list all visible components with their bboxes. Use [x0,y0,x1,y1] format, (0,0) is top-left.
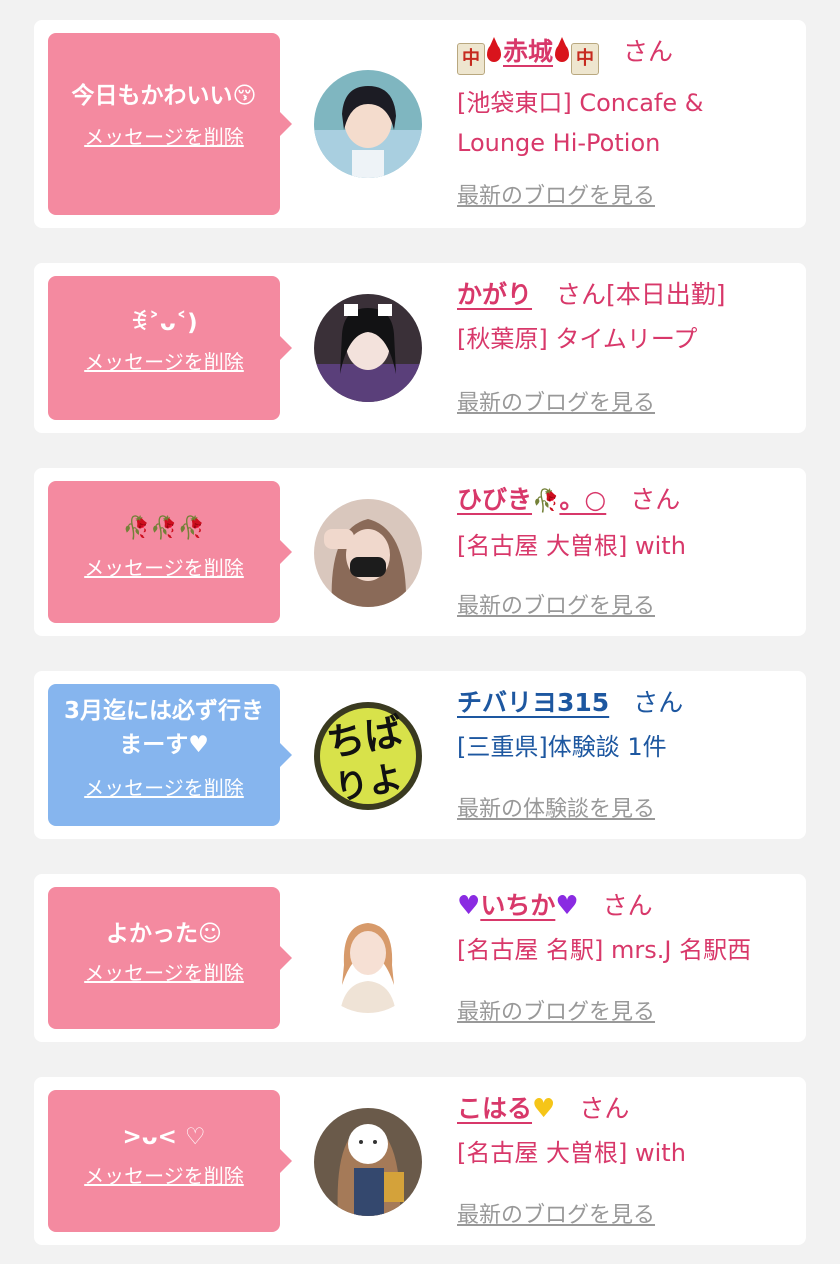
cast-name-line: 中赤城中さん [457,34,797,75]
message-text: >ᴗ< ♡ [122,1124,206,1150]
shop-link[interactable]: [池袋東口] Concafe & Lounge Hi-Potion [457,83,757,163]
cast-name-link[interactable]: 中赤城中 [457,37,600,75]
message-bubble: >ᴗ< ♡ メッセージを削除 [48,1090,292,1232]
avatar[interactable] [314,499,422,607]
message-bubble: 今日もかわいい😚 メッセージを削除 [48,33,292,215]
cast-info: かがり さん[本日出勤] [秋葉原] タイムリープ [457,277,797,359]
san-label: さん [633,688,684,717]
cast-name-line: こはる♥ さん [457,1091,797,1127]
latest-blog-link[interactable]: 最新のブログを見る [457,588,655,620]
list-item: 3月迄には必ず行きまーす♥ メッセージを削除 ちば りよ チバリヨ315 さん [… [34,671,806,839]
delete-message-link[interactable]: メッセージを削除 [84,959,244,987]
mahjong-tile-icon: 中 [571,43,600,75]
san-label: さん [556,280,607,309]
message-bubble: ꉂ˃ᴗ˂) メッセージを削除 [48,276,292,420]
cast-info: こはる♥ さん [名古屋 大曽根] with [457,1091,797,1173]
avatar[interactable]: ちば りよ [314,702,422,810]
cast-info: ♥いちか♥ さん [名古屋 名駅] mrs.J 名駅西 [457,888,797,970]
message-bubble: 🥀🥀🥀 メッセージを削除 [48,481,292,623]
delete-message-link[interactable]: メッセージを削除 [84,1162,244,1190]
wilted-rose-icon: 🥀 [532,489,560,514]
cast-name-line: チバリヨ315 さん [457,685,797,721]
cast-name-link[interactable]: ひびき🥀。○ [457,485,606,514]
message-text: 🥀🥀🥀 [58,511,270,546]
latest-blog-link[interactable]: 最新のブログを見る [457,1197,655,1229]
message-bubble: よかった☺ メッセージを削除 [48,887,292,1029]
cast-info: 中赤城中さん [池袋東口] Concafe & Lounge Hi-Potion [457,34,797,163]
message-bubble: 3月迄には必ず行きまーす♥ メッセージを削除 [48,684,292,826]
delete-message-link[interactable]: メッセージを削除 [84,774,244,802]
mahjong-tile-icon: 中 [457,43,485,75]
attendance-badge: [本日出勤] [606,280,726,309]
avatar[interactable] [314,905,422,1013]
wilted-rose-icon: 🥀 [150,516,178,541]
avatar[interactable] [314,1108,422,1216]
yellow-heart-icon: ♥ [532,1094,556,1124]
latest-blog-link[interactable]: 最新のブログを見る [457,385,655,417]
message-text: 今日もかわいい😚 [71,83,257,109]
san-label: さん [602,891,653,920]
purple-heart-icon: ♥ [555,891,579,921]
shop-link[interactable]: [名古屋 大曽根] with [457,526,797,566]
cast-info: チバリヨ315 さん [三重県]体験談 1件 [457,685,797,767]
san-label: さん [630,485,681,514]
list-item: 🥀🥀🥀 メッセージを削除 ひびき🥀。○ さん [名古屋 大曽根] with 最新の… [34,468,806,636]
delete-message-link[interactable]: メッセージを削除 [84,554,244,582]
avatar[interactable] [314,70,422,178]
delete-message-link[interactable]: メッセージを削除 [84,123,244,151]
latest-blog-link[interactable]: 最新のブログを見る [457,994,655,1026]
cast-name-line: かがり さん[本日出勤] [457,277,797,313]
message-list: 今日もかわいい😚 メッセージを削除 中赤城中さん [池袋東口] Concafe … [0,0,840,1264]
wilted-rose-icon: 🥀 [177,516,206,541]
shop-link[interactable]: [名古屋 名駅] mrs.J 名駅西 [457,930,797,970]
san-label: さん [579,1094,630,1123]
shop-link[interactable]: [三重県]体験談 1件 [457,727,797,767]
list-item: >ᴗ< ♡ メッセージを削除 こはる♥ さん [名古屋 大曽根] with 最新の… [34,1077,806,1245]
list-item: 今日もかわいい😚 メッセージを削除 中赤城中さん [池袋東口] Concafe … [34,20,806,228]
purple-heart-icon: ♥ [457,891,481,921]
list-item: ꉂ˃ᴗ˂) メッセージを削除 かがり さん[本日出勤] [秋葉原] タイムリープ … [34,263,806,433]
wilted-rose-icon: 🥀 [122,516,151,541]
list-item: よかった☺ メッセージを削除 ♥いちか♥ さん [名古屋 名駅] mrs.J 名駅… [34,874,806,1042]
blood-drop-icon [555,37,570,62]
message-text: ꉂ˃ᴗ˂) [130,310,198,336]
message-text: 3月迄には必ず行きまーす♥ [64,698,265,758]
delete-message-link[interactable]: メッセージを削除 [84,348,244,376]
cast-name-link[interactable]: チバリヨ315 [457,688,609,717]
latest-review-link[interactable]: 最新の体験談を見る [457,791,655,823]
cast-name-line: ♥いちか♥ さん [457,888,797,924]
cast-name-line: ひびき🥀。○ さん [457,482,797,520]
cast-name-link[interactable]: ♥いちか♥ [457,891,579,921]
message-text: よかった☺ [106,921,222,947]
shop-link[interactable]: [秋葉原] タイムリープ [457,319,797,359]
cast-name-link[interactable]: かがり [457,280,532,309]
avatar[interactable] [314,294,422,402]
latest-blog-link[interactable]: 最新のブログを見る [457,178,655,210]
cast-info: ひびき🥀。○ さん [名古屋 大曽根] with [457,482,797,566]
shop-link[interactable]: [名古屋 大曽根] with [457,1133,797,1173]
san-label: さん [623,37,674,66]
cast-name-link[interactable]: こはる♥ [457,1094,555,1124]
blood-drop-icon [487,37,501,62]
